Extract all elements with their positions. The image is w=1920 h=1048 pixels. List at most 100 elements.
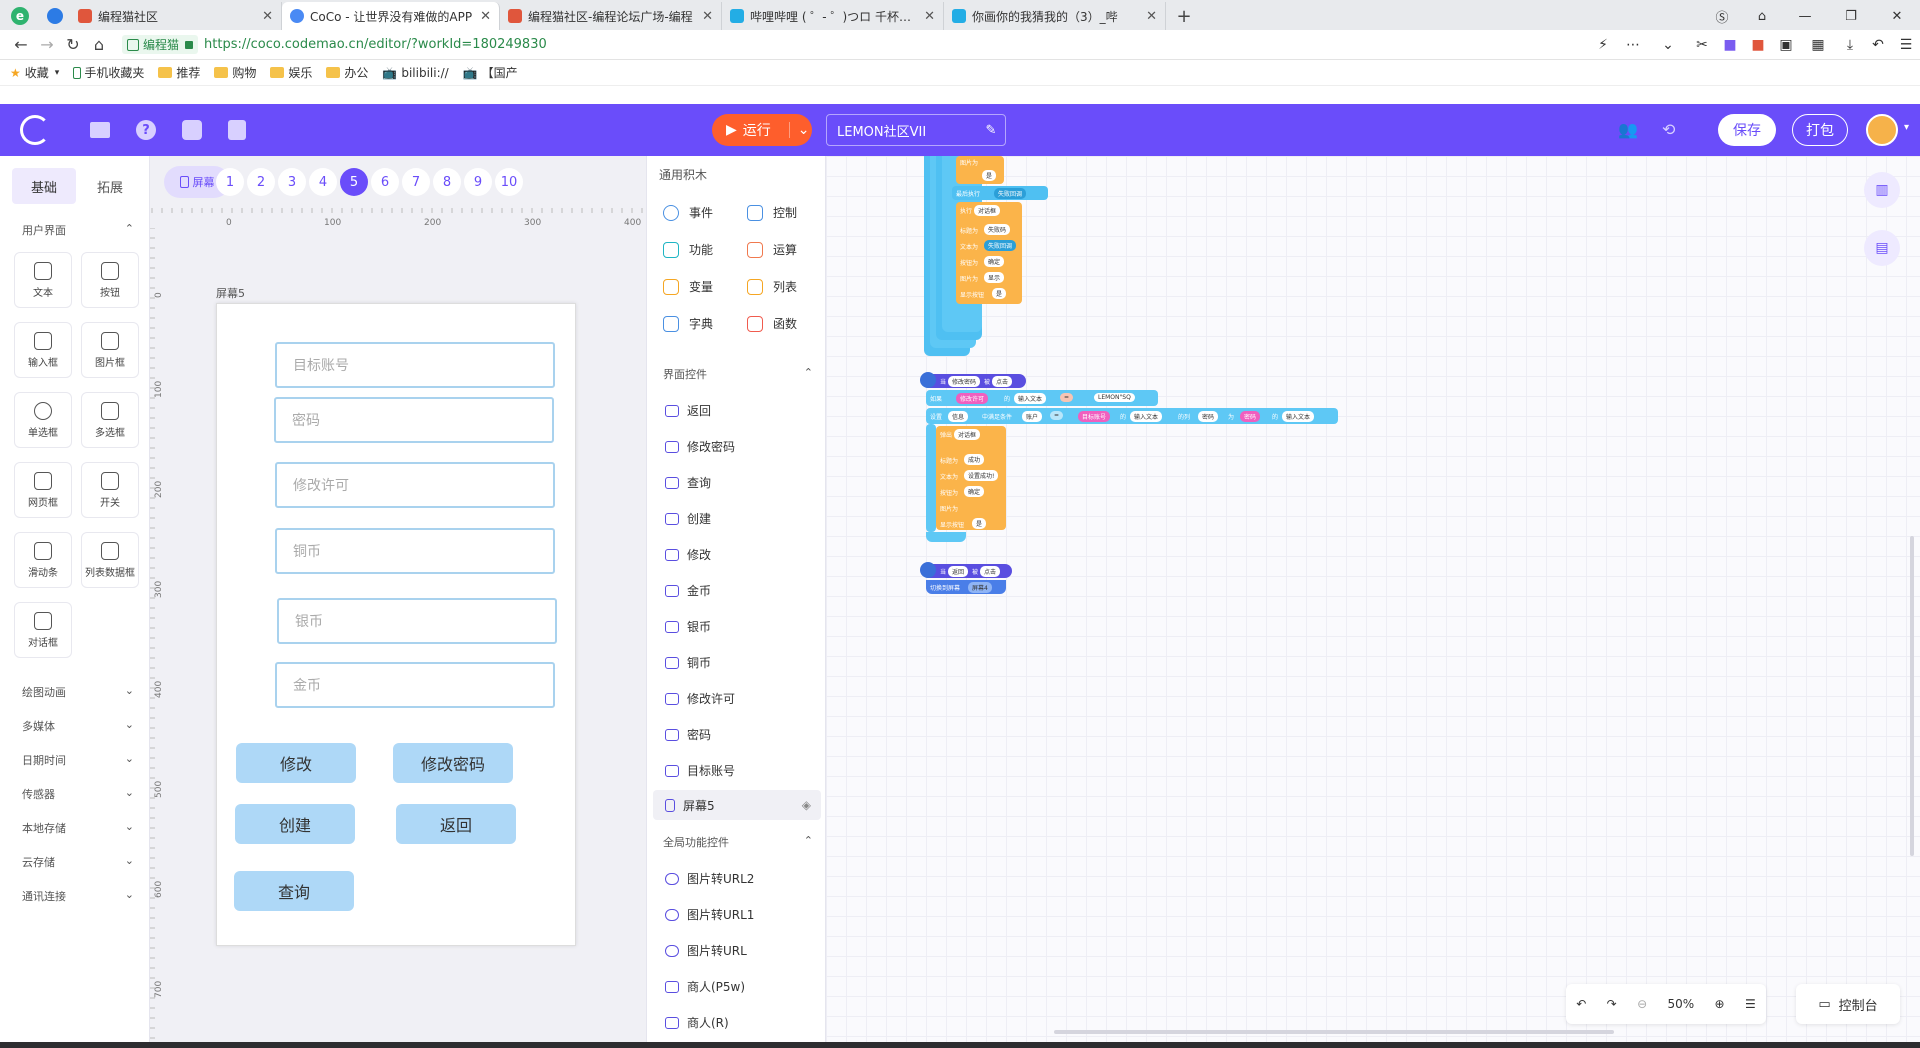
browser-tab[interactable]: 编程猫社区-编程论坛广场-编程 ✕ (500, 2, 722, 30)
code-block-dialog[interactable]: 执行 对话框 标题为 失败码 文本为 失败回调 按钮为 确定 图片为 显示 显示… (956, 202, 1022, 304)
block-category-function[interactable]: 功能 (663, 241, 713, 258)
screen-tab-4[interactable]: 4 (309, 168, 337, 196)
widget-row-screen5[interactable]: 屏幕5 ◈ (653, 790, 821, 820)
target-account-field[interactable]: 目标账号 (275, 342, 555, 388)
widget-button[interactable]: 按钮 (81, 252, 139, 308)
create-button[interactable]: 创建 (235, 804, 355, 844)
tab-basic[interactable]: 基础 (12, 168, 76, 204)
close-icon[interactable]: ✕ (702, 9, 713, 24)
project-name-field[interactable]: LEMON社区VII ✎ (826, 114, 1006, 146)
block-category-functions[interactable]: 函数 (747, 315, 797, 332)
more-icon[interactable]: ⋯ (1618, 37, 1648, 53)
screen-tab-2[interactable]: 2 (247, 168, 275, 196)
category-sensor[interactable]: 传感器 ⌄ (22, 786, 134, 802)
code-block-if[interactable]: 如果 修改许可 的 输入文本 = LEMON"SQ (926, 390, 1158, 406)
extension-purple-icon[interactable]: ■ (1716, 37, 1744, 53)
widget-row-target-account[interactable]: 目标账号 (665, 762, 815, 779)
lightning-icon[interactable]: ⚡ (1588, 37, 1618, 53)
code-block-top-orange[interactable]: 图片为 是 (956, 156, 1004, 184)
chevron-down-icon[interactable]: ⌄ (1648, 37, 1688, 53)
close-icon[interactable]: ✕ (1146, 9, 1157, 24)
code-block-dialog-success[interactable]: 弹出 对话框 标题为 成功 文本为 设置成功! 按钮为 确定 图片为 显示按钮 … (936, 426, 1006, 530)
global-controls-header[interactable]: 全局功能控件 ⌃ (663, 834, 813, 850)
scissors-icon[interactable]: ✂ (1688, 37, 1716, 53)
new-tab-icon[interactable]: + (1166, 2, 1202, 30)
widget-row-back[interactable]: 返回 (665, 402, 815, 419)
widget-row-create[interactable]: 创建 (665, 510, 815, 527)
code-block-event-back[interactable]: 当 返回 被 点击 (920, 562, 1012, 578)
widget-switch[interactable]: 开关 (81, 462, 139, 518)
extension-icon[interactable]: Ⓢ (1702, 7, 1742, 26)
code-block-event-change-password[interactable]: 当 修改密码 被 点击 (920, 372, 1026, 388)
run-button[interactable]: ▶ 运行 ⌄ (712, 114, 812, 146)
layers-icon[interactable]: ◈ (802, 798, 811, 812)
shirt-icon[interactable]: ⌂ (1742, 9, 1782, 24)
browser-tab-active[interactable]: CoCo - 让世界没有难做的APP ✕ (282, 2, 500, 30)
database-icon[interactable] (228, 120, 246, 140)
widget-text[interactable]: 文本 (14, 252, 72, 308)
gold-coin-field[interactable]: 金币 (275, 662, 555, 708)
back-button[interactable]: 返回 (396, 804, 516, 844)
back-icon[interactable]: ← (8, 35, 34, 54)
category-media[interactable]: 多媒体 ⌄ (22, 718, 134, 734)
chat-icon[interactable] (40, 2, 70, 30)
widget-row-password[interactable]: 密码 (665, 726, 815, 743)
widget-checkbox[interactable]: 多选框 (81, 392, 139, 448)
block-category-events[interactable]: 事件 (663, 204, 713, 221)
copper-coin-field[interactable]: 铜币 (275, 528, 555, 574)
tab-extension[interactable]: 拓展 (78, 168, 142, 204)
widget-row-permission[interactable]: 修改许可 (665, 690, 815, 707)
save-button[interactable]: 保存 (1718, 114, 1776, 146)
reload-icon[interactable]: ↻ (60, 35, 86, 54)
home-icon[interactable]: ⌂ (86, 35, 112, 54)
settings-menu-icon[interactable] (182, 120, 202, 140)
widget-dialog[interactable]: 对话框 (14, 602, 72, 658)
box-icon[interactable]: ▣ (1772, 37, 1800, 53)
widget-image[interactable]: 图片框 (81, 322, 139, 378)
bookmark-mobile[interactable]: 手机收藏夹 (73, 64, 144, 81)
edit-icon[interactable]: ✎ (977, 123, 1005, 138)
screen-tab-10[interactable]: 10 (495, 168, 523, 196)
block-category-lists[interactable]: 列表 (747, 278, 797, 295)
bookmark-recommend[interactable]: 推荐 (158, 64, 200, 81)
change-password-button[interactable]: 修改密码 (393, 743, 513, 783)
bookmark-domestic[interactable]: 📺 【国产 (463, 64, 518, 81)
forward-icon[interactable]: → (34, 35, 60, 54)
browser-tab[interactable]: 编程猫社区 ✕ (70, 2, 282, 30)
download-icon[interactable]: ⤓ (1836, 37, 1864, 53)
bookmark-entertainment[interactable]: 娱乐 (270, 64, 312, 81)
bookmark-office[interactable]: 办公 (326, 64, 368, 81)
block-category-dictionary[interactable]: 字典 (663, 315, 713, 332)
store-icon[interactable]: ▤ (1864, 230, 1900, 266)
global-row-merchant-p5w[interactable]: 商人(P5w) (665, 978, 815, 995)
block-category-control[interactable]: 控制 (747, 204, 797, 221)
widget-slider[interactable]: 滑动条 (14, 532, 72, 588)
screen-tab-9[interactable]: 9 (464, 168, 492, 196)
category-drawing[interactable]: 绘图动画 ⌄ (22, 684, 134, 700)
browser-tab[interactable]: 你画你的我猜我的（3）_哔 ✕ (944, 2, 1166, 30)
widget-row-silver[interactable]: 银币 (665, 618, 815, 635)
widget-row-change-password[interactable]: 修改密码 (665, 438, 815, 455)
bookmark-bilibili[interactable]: 📺 bilibili:// (382, 66, 448, 80)
window-close-icon[interactable]: ✕ (1874, 9, 1920, 24)
screen-tab-6[interactable]: 6 (371, 168, 399, 196)
zoom-out-icon[interactable]: ⊖ (1637, 997, 1647, 1011)
screen-tab-8[interactable]: 8 (433, 168, 461, 196)
category-cloud-storage[interactable]: 云存储 ⌄ (22, 854, 134, 870)
widget-row-query[interactable]: 查询 (665, 474, 815, 491)
category-communication[interactable]: 通讯连接 ⌄ (22, 888, 134, 904)
menu-icon[interactable]: ☰ (1892, 37, 1920, 53)
global-row-image-url[interactable]: 图片转URL (665, 942, 815, 959)
chart-icon[interactable]: ▥ (1864, 172, 1900, 208)
widget-webview[interactable]: 网页框 (14, 462, 72, 518)
close-icon[interactable]: ✕ (480, 9, 491, 24)
code-block-cstack-edge[interactable] (926, 424, 936, 532)
coco-logo-icon[interactable] (20, 115, 50, 145)
block-category-variables[interactable]: 变量 (663, 278, 713, 295)
game-icon[interactable]: ■ (1744, 37, 1772, 53)
bookmark-shopping[interactable]: 购物 (214, 64, 256, 81)
modify-permission-field[interactable]: 修改许可 (275, 462, 555, 508)
query-button[interactable]: 查询 (234, 871, 354, 911)
share-icon[interactable]: ⟲ (1662, 120, 1675, 139)
category-local-storage[interactable]: 本地存储 ⌄ (22, 820, 134, 836)
